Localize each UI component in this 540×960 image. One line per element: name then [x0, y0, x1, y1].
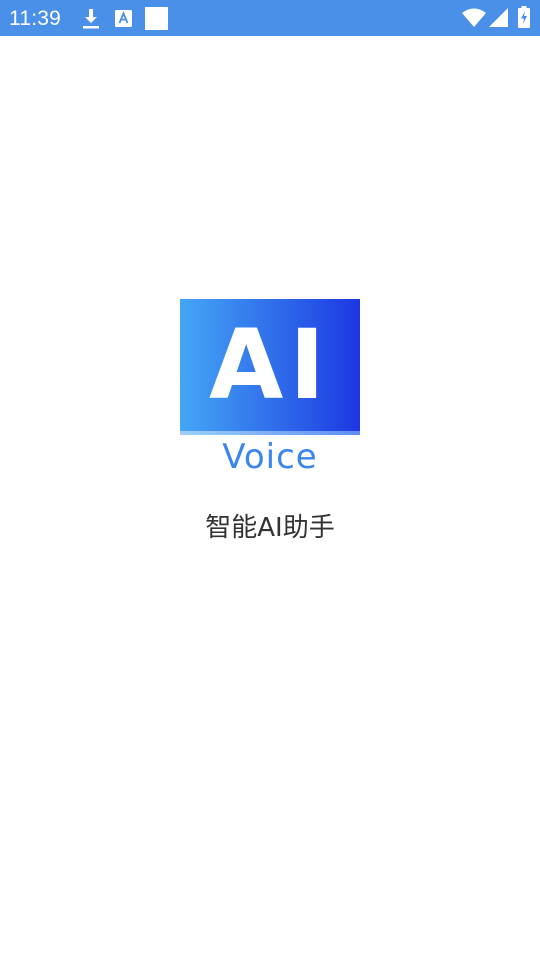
app-name: 智能AI助手 [205, 513, 335, 543]
status-bar: 11:39 [0, 0, 540, 36]
battery-charging-icon [518, 6, 530, 28]
logo-voice-text: Voice [222, 437, 318, 477]
a-letter-notification-icon [115, 10, 132, 27]
wifi-icon [462, 8, 486, 27]
status-time: 11:39 [9, 7, 61, 30]
blank-notification-icon [145, 7, 168, 30]
download-icon [83, 9, 99, 29]
cellular-signal-icon [489, 8, 508, 27]
app-logo: AI Voice [180, 299, 360, 479]
logo-gradient-block: AI [180, 299, 360, 431]
logo-ai-text: AI [208, 309, 331, 421]
